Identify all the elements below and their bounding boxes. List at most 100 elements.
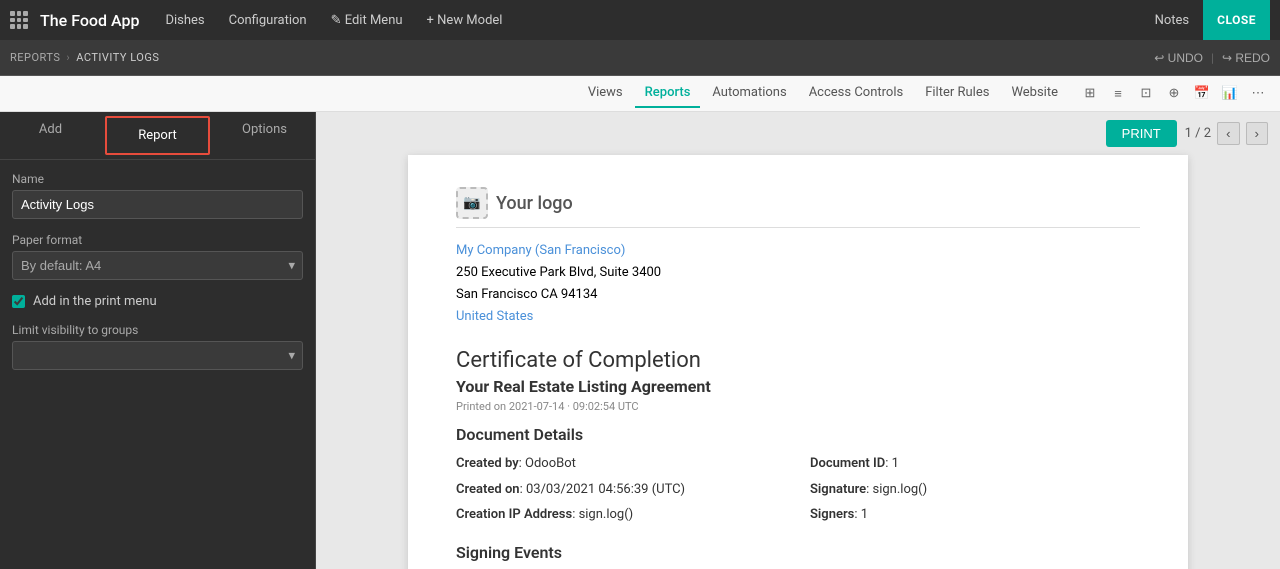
doc-address: My Company (San Francisco) 250 Executive… bbox=[456, 240, 1140, 328]
view-icons: ⊞ ≡ ⊡ ⊕ 📅 📊 ⋯ bbox=[1078, 82, 1270, 106]
doc-creation-ip: Creation IP Address: sign.log() bbox=[456, 503, 786, 526]
print-button[interactable]: PRINT bbox=[1106, 120, 1177, 147]
notes-button[interactable]: Notes bbox=[1141, 0, 1204, 40]
paper-format-select[interactable]: By default: A4 A3 Letter bbox=[12, 251, 303, 280]
doc-doc-id-value: 1 bbox=[892, 456, 899, 471]
limit-visibility-label: Limit visibility to groups bbox=[12, 323, 303, 337]
tab-website[interactable]: Website bbox=[1001, 79, 1068, 108]
doc-details-title: Document Details bbox=[456, 425, 1140, 444]
page-info: 1 / 2 bbox=[1185, 126, 1211, 141]
prev-page-button[interactable]: ‹ bbox=[1217, 122, 1239, 145]
doc-address-line3: United States bbox=[456, 306, 1140, 328]
undo-button[interactable]: ↩ UNDO bbox=[1154, 51, 1203, 65]
page-navigation: 1 / 2 ‹ › bbox=[1185, 122, 1268, 145]
doc-logo-text: Your logo bbox=[496, 193, 573, 214]
doc-doc-id: Document ID: 1 bbox=[810, 452, 1140, 475]
limit-visibility-field-group: Limit visibility to groups ▾ bbox=[12, 323, 303, 370]
secondary-navigation: Views Reports Automations Access Control… bbox=[0, 76, 1280, 112]
doc-printed-on: Printed on 2021-07-14 · 09:02:54 UTC bbox=[456, 400, 1140, 413]
doc-created-by: Created by: OdooBot bbox=[456, 452, 786, 475]
paper-format-select-wrapper: By default: A4 A3 Letter ▾ bbox=[12, 251, 303, 280]
document-wrapper: 📷 Your logo My Company (San Francisco) 2… bbox=[316, 155, 1280, 569]
redo-button[interactable]: ↪ REDO bbox=[1222, 51, 1270, 65]
breadcrumb-separator: › bbox=[66, 51, 70, 64]
menu-configuration[interactable]: Configuration bbox=[219, 9, 317, 32]
print-menu-checkbox-row: Add in the print menu bbox=[12, 294, 303, 309]
sidebar: Add Report Options Name Paper format By … bbox=[0, 112, 316, 569]
doc-creation-ip-label: Creation IP Address bbox=[456, 507, 572, 522]
signing-events-title: Signing Events bbox=[456, 543, 1140, 562]
nav-left: The Food App bbox=[10, 11, 139, 30]
print-menu-label: Add in the print menu bbox=[33, 294, 157, 309]
doc-doc-id-label: Document ID bbox=[810, 456, 885, 471]
view-icon-chart[interactable]: 📊 bbox=[1218, 82, 1242, 106]
apps-grid-icon[interactable] bbox=[10, 11, 28, 29]
nav-right: Notes CLOSE bbox=[1141, 0, 1270, 40]
content-toolbar: PRINT 1 / 2 ‹ › bbox=[316, 112, 1280, 155]
doc-creation-ip-value: sign.log() bbox=[579, 507, 634, 522]
view-icon-grid[interactable]: ⊡ bbox=[1134, 82, 1158, 106]
doc-signature-value: sign.log() bbox=[873, 482, 928, 497]
doc-signers: Signers: 1 bbox=[810, 503, 1140, 526]
sidebar-content: Name Paper format By default: A4 A3 Lett… bbox=[0, 160, 315, 569]
view-icon-more[interactable]: ⋯ bbox=[1246, 82, 1270, 106]
close-button[interactable]: CLOSE bbox=[1203, 0, 1270, 40]
sub-navigation: REPORTS › ACTIVITY LOGS ↩ UNDO | ↪ REDO bbox=[0, 40, 1280, 76]
doc-created-on: Created on: 03/03/2021 04:56:39 (UTC) bbox=[456, 478, 786, 501]
doc-details-grid: Created by: OdooBot Document ID: 1 Creat… bbox=[456, 452, 1140, 526]
tab-reports[interactable]: Reports bbox=[635, 79, 701, 108]
tab-views[interactable]: Views bbox=[578, 79, 633, 108]
tab-add[interactable]: Add bbox=[0, 112, 101, 159]
doc-created-on-value: 03/03/2021 04:56:39 (UTC) bbox=[526, 482, 685, 497]
doc-created-by-value: OdooBot bbox=[525, 456, 576, 471]
tab-filter-rules[interactable]: Filter Rules bbox=[915, 79, 999, 108]
tab-access-controls[interactable]: Access Controls bbox=[799, 79, 914, 108]
app-title: The Food App bbox=[40, 11, 139, 30]
name-label: Name bbox=[12, 172, 303, 186]
menu-dishes[interactable]: Dishes bbox=[155, 9, 214, 32]
top-menu: Dishes Configuration ✎ Edit Menu + New M… bbox=[155, 9, 1124, 32]
undo-redo-separator: | bbox=[1211, 51, 1214, 65]
doc-cert-title: Certificate of Completion bbox=[456, 348, 1140, 373]
name-field-group: Name bbox=[12, 172, 303, 219]
doc-logo-row: 📷 Your logo bbox=[456, 187, 1140, 219]
main-layout: Add Report Options Name Paper format By … bbox=[0, 112, 1280, 569]
camera-icon: 📷 bbox=[463, 195, 480, 211]
doc-created-on-label: Created on bbox=[456, 482, 520, 497]
view-icon-list[interactable]: ≡ bbox=[1106, 82, 1130, 106]
menu-new-model[interactable]: + New Model bbox=[417, 9, 513, 32]
doc-signature: Signature: sign.log() bbox=[810, 478, 1140, 501]
doc-address-line1: 250 Executive Park Blvd, Suite 3400 bbox=[456, 262, 1140, 284]
top-navigation: The Food App Dishes Configuration ✎ Edit… bbox=[0, 0, 1280, 40]
content-area: PRINT 1 / 2 ‹ › 📷 Your logo My Co bbox=[316, 112, 1280, 569]
paper-format-field-group: Paper format By default: A4 A3 Letter ▾ bbox=[12, 233, 303, 280]
tab-options[interactable]: Options bbox=[214, 112, 315, 159]
breadcrumb-current: ACTIVITY LOGS bbox=[76, 51, 159, 64]
tab-automations[interactable]: Automations bbox=[702, 79, 796, 108]
logo-placeholder-icon: 📷 bbox=[456, 187, 488, 219]
doc-address-line2: San Francisco CA 94134 bbox=[456, 284, 1140, 306]
menu-edit-menu[interactable]: ✎ Edit Menu bbox=[321, 9, 413, 32]
view-icon-form[interactable]: ⊞ bbox=[1078, 82, 1102, 106]
limit-visibility-select[interactable] bbox=[12, 341, 303, 370]
doc-divider bbox=[456, 227, 1140, 228]
sidebar-tabs: Add Report Options bbox=[0, 112, 315, 160]
view-icon-map[interactable]: ⊕ bbox=[1162, 82, 1186, 106]
tab-report[interactable]: Report bbox=[105, 116, 210, 155]
doc-signature-label: Signature bbox=[810, 482, 866, 497]
doc-created-by-label: Created by bbox=[456, 456, 519, 471]
next-page-button[interactable]: › bbox=[1246, 122, 1268, 145]
breadcrumb-parent[interactable]: REPORTS bbox=[10, 51, 60, 64]
doc-company-name: My Company (San Francisco) bbox=[456, 240, 1140, 262]
doc-signers-value: 1 bbox=[861, 507, 868, 522]
paper-format-label: Paper format bbox=[12, 233, 303, 247]
doc-cert-subtitle: Your Real Estate Listing Agreement bbox=[456, 377, 1140, 396]
document-preview: 📷 Your logo My Company (San Francisco) 2… bbox=[408, 155, 1188, 569]
doc-signers-label: Signers bbox=[810, 507, 854, 522]
view-icon-calendar[interactable]: 📅 bbox=[1190, 82, 1214, 106]
print-menu-checkbox[interactable] bbox=[12, 295, 25, 308]
name-input[interactable] bbox=[12, 190, 303, 219]
breadcrumb: REPORTS › ACTIVITY LOGS bbox=[10, 51, 1154, 64]
undo-redo-toolbar: ↩ UNDO | ↪ REDO bbox=[1154, 51, 1270, 65]
limit-visibility-select-wrapper: ▾ bbox=[12, 341, 303, 370]
